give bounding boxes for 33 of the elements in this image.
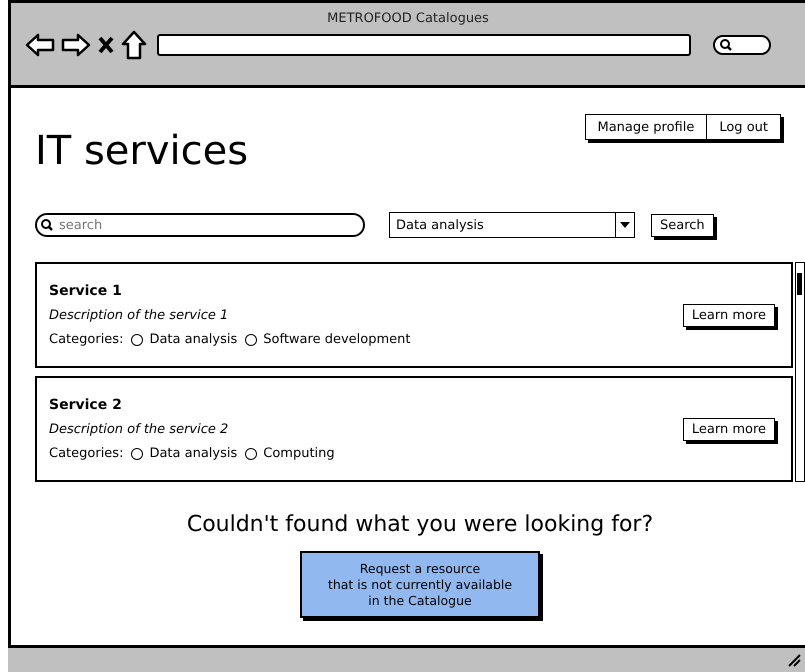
category-label: Software development (263, 332, 410, 347)
close-icon[interactable] (97, 35, 115, 55)
search-field[interactable]: search (35, 213, 365, 237)
browser-search-field[interactable] (713, 35, 771, 55)
forward-icon[interactable] (61, 32, 91, 58)
radio-button[interactable] (131, 334, 144, 346)
search-icon (40, 218, 54, 232)
service-description: Description of the service 1 (49, 308, 230, 323)
not-found-heading: Couldn't found what you were looking for? (186, 512, 654, 537)
categories-label: Categories: (49, 446, 124, 461)
category-dropdown[interactable]: Data analysis (389, 212, 635, 238)
service-name: Service 2 (49, 397, 123, 413)
home-icon[interactable] (121, 30, 147, 60)
window-title: METROFOOD Catalogues (326, 10, 490, 26)
search-icon (719, 38, 733, 52)
service-description: Description of the service 2 (49, 422, 230, 437)
resize-grip-icon[interactable] (787, 653, 801, 667)
category-label: Computing (263, 446, 335, 461)
header-button[interactable]: Manage profile (584, 114, 706, 140)
service-name: Service 1 (49, 283, 123, 299)
radio-button[interactable] (245, 448, 258, 460)
category-label: Data analysis (149, 332, 238, 347)
request-resource-button[interactable]: Request a resource that is not currently available in the Catalogue (300, 551, 540, 618)
category-label: Data analysis (149, 446, 238, 461)
caret-icon (620, 222, 630, 228)
radio-button[interactable] (245, 334, 258, 346)
back-icon[interactable] (25, 32, 55, 58)
page-title: IT services (35, 128, 248, 174)
scrollbar[interactable] (795, 262, 805, 482)
radio-button[interactable] (131, 448, 144, 460)
address-bar[interactable] (157, 34, 691, 56)
header-button[interactable]: Log out (706, 114, 781, 140)
categories-label: Categories: (49, 332, 124, 347)
